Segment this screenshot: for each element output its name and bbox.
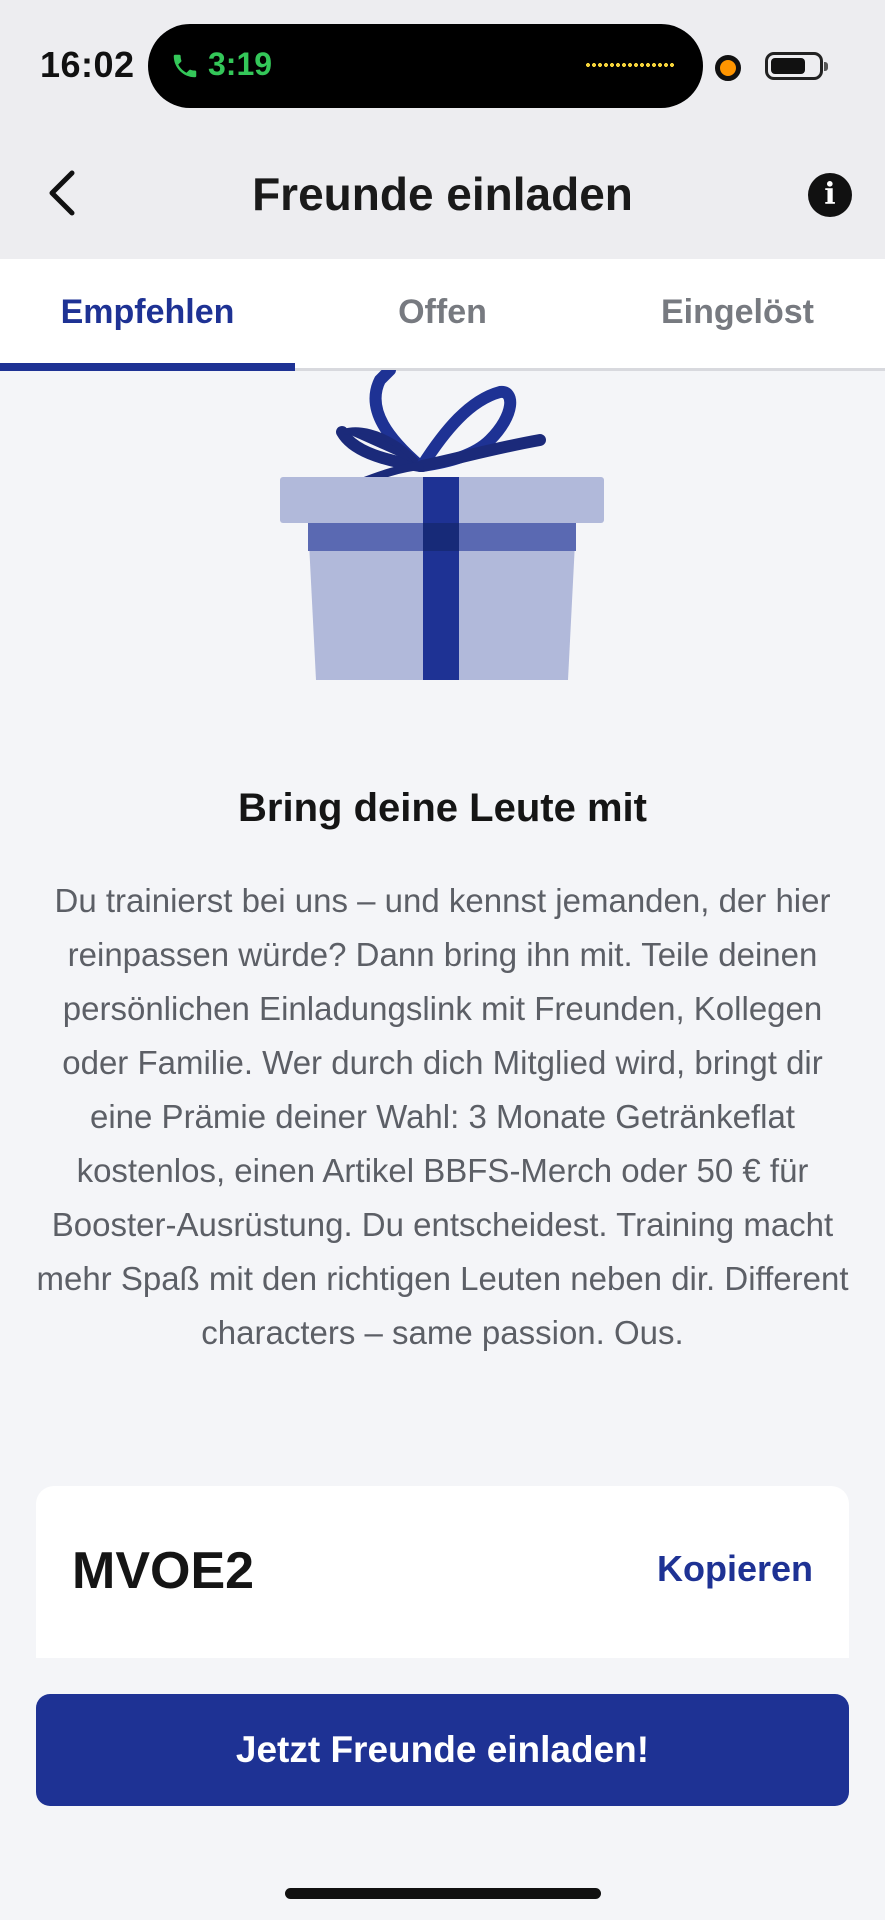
tab-empfehlen[interactable]: Empfehlen [0,259,295,371]
referral-code: MVOE2 [72,1542,255,1600]
waveform-icon [585,62,675,70]
call-timer: 3:19 [208,46,273,82]
status-time: 16:02 [40,44,135,85]
status-bar: 16:02 3:19 [0,0,885,135]
phone-icon [173,54,197,78]
home-indicator[interactable] [285,1888,601,1899]
tab-bar: Empfehlen Offen Eingelöst [0,259,885,371]
gift-icon [280,370,604,680]
nav-bar: Freunde einladen i [0,135,885,259]
copy-button[interactable]: Kopieren [657,1548,813,1590]
tab-offen[interactable]: Offen [295,259,590,371]
tab-eingeloest[interactable]: Eingelöst [590,259,885,371]
battery-icon [765,52,828,80]
dynamic-island-call[interactable]: 3:19 [148,24,703,108]
referral-code-card: MVOE2 Kopieren [36,1486,849,1658]
tab-active-indicator [0,363,295,371]
description-text: Du trainierst bei uns – und kennst jeman… [36,882,849,1351]
page-title: Freunde einladen [252,168,633,220]
mic-indicator-icon [715,55,741,81]
invite-friends-button[interactable]: Jetzt Freunde einladen! [36,1694,849,1806]
section-heading: Bring deine Leute mit [238,786,647,830]
info-icon[interactable]: i [808,173,852,217]
